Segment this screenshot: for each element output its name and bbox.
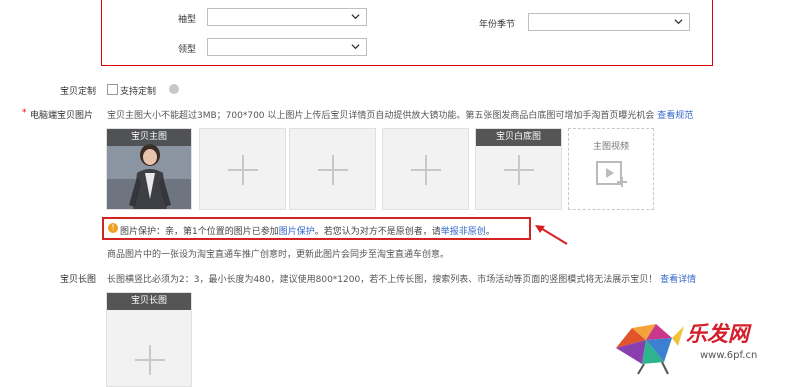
support-custom-label: 支持定制 <box>120 87 157 97</box>
image-slot-white-bg[interactable]: 宝贝白底图 <box>475 128 562 210</box>
image-slot-3[interactable] <box>289 128 376 210</box>
warning-icon: ! <box>108 223 118 233</box>
help-icon[interactable] <box>169 84 179 94</box>
image-slot-main[interactable]: 宝贝主图 <box>106 128 192 210</box>
long-image-slot[interactable]: 宝贝长图 <box>106 292 192 387</box>
chevron-down-icon <box>351 14 360 20</box>
season-label: 年份季节 <box>479 20 516 30</box>
main-image-caption: 宝贝主图 <box>107 129 191 146</box>
image-slot-4[interactable] <box>382 128 469 210</box>
support-custom-checkbox[interactable] <box>107 84 118 95</box>
long-image-caption: 宝贝长图 <box>107 293 191 310</box>
add-video-icon <box>596 161 627 187</box>
long-image-hint: 长图横竖比必须为2：3，最小长度为480，建议使用800*1200，若不上传长图… <box>107 275 697 285</box>
required-mark: * <box>22 108 27 118</box>
custom-label: 宝贝定制 <box>60 87 97 97</box>
protect-notice: 图片保护：亲，第1个位置的图片已参加图片保护。若您认为对方不是原创者，请举报非原… <box>120 227 495 237</box>
video-label: 主图视频 <box>592 142 629 152</box>
video-slot[interactable]: 主图视频 <box>568 128 654 210</box>
pc-images-hint: 宝贝主图大小不能超过3MB；700*700 以上图片上传后宝贝详情页自动提供放大… <box>107 111 694 121</box>
sleeve-label: 袖型 <box>178 15 197 25</box>
view-spec-link[interactable]: 查看规范 <box>657 111 693 121</box>
chevron-down-icon <box>351 44 360 50</box>
chevron-down-icon <box>674 19 683 25</box>
collar-select[interactable] <box>207 38 367 56</box>
report-link[interactable]: 举报非原创 <box>441 227 486 237</box>
attribute-panel <box>101 0 713 66</box>
view-details-link[interactable]: 查看详情 <box>660 275 696 285</box>
sleeve-select[interactable] <box>207 8 367 26</box>
watermark-brand: 乐发网 <box>686 322 749 346</box>
annotation-arrow <box>535 225 568 245</box>
watermark-logo <box>616 324 684 375</box>
watermark-url: www.6pf.cn <box>700 350 758 361</box>
image-slot-2[interactable] <box>199 128 286 210</box>
image-protect-link[interactable]: 图片保护 <box>279 227 315 237</box>
ztc-note: 商品图片中的一张设为淘宝直通车推广创意时，更新此图片会同步至淘宝直通车创意。 <box>107 250 450 260</box>
pc-images-label: 电脑端宝贝图片 <box>30 111 94 121</box>
collar-label: 领型 <box>178 45 197 55</box>
season-select[interactable] <box>528 13 690 31</box>
long-image-label: 宝贝长图 <box>60 275 97 285</box>
white-bg-caption: 宝贝白底图 <box>476 129 561 146</box>
